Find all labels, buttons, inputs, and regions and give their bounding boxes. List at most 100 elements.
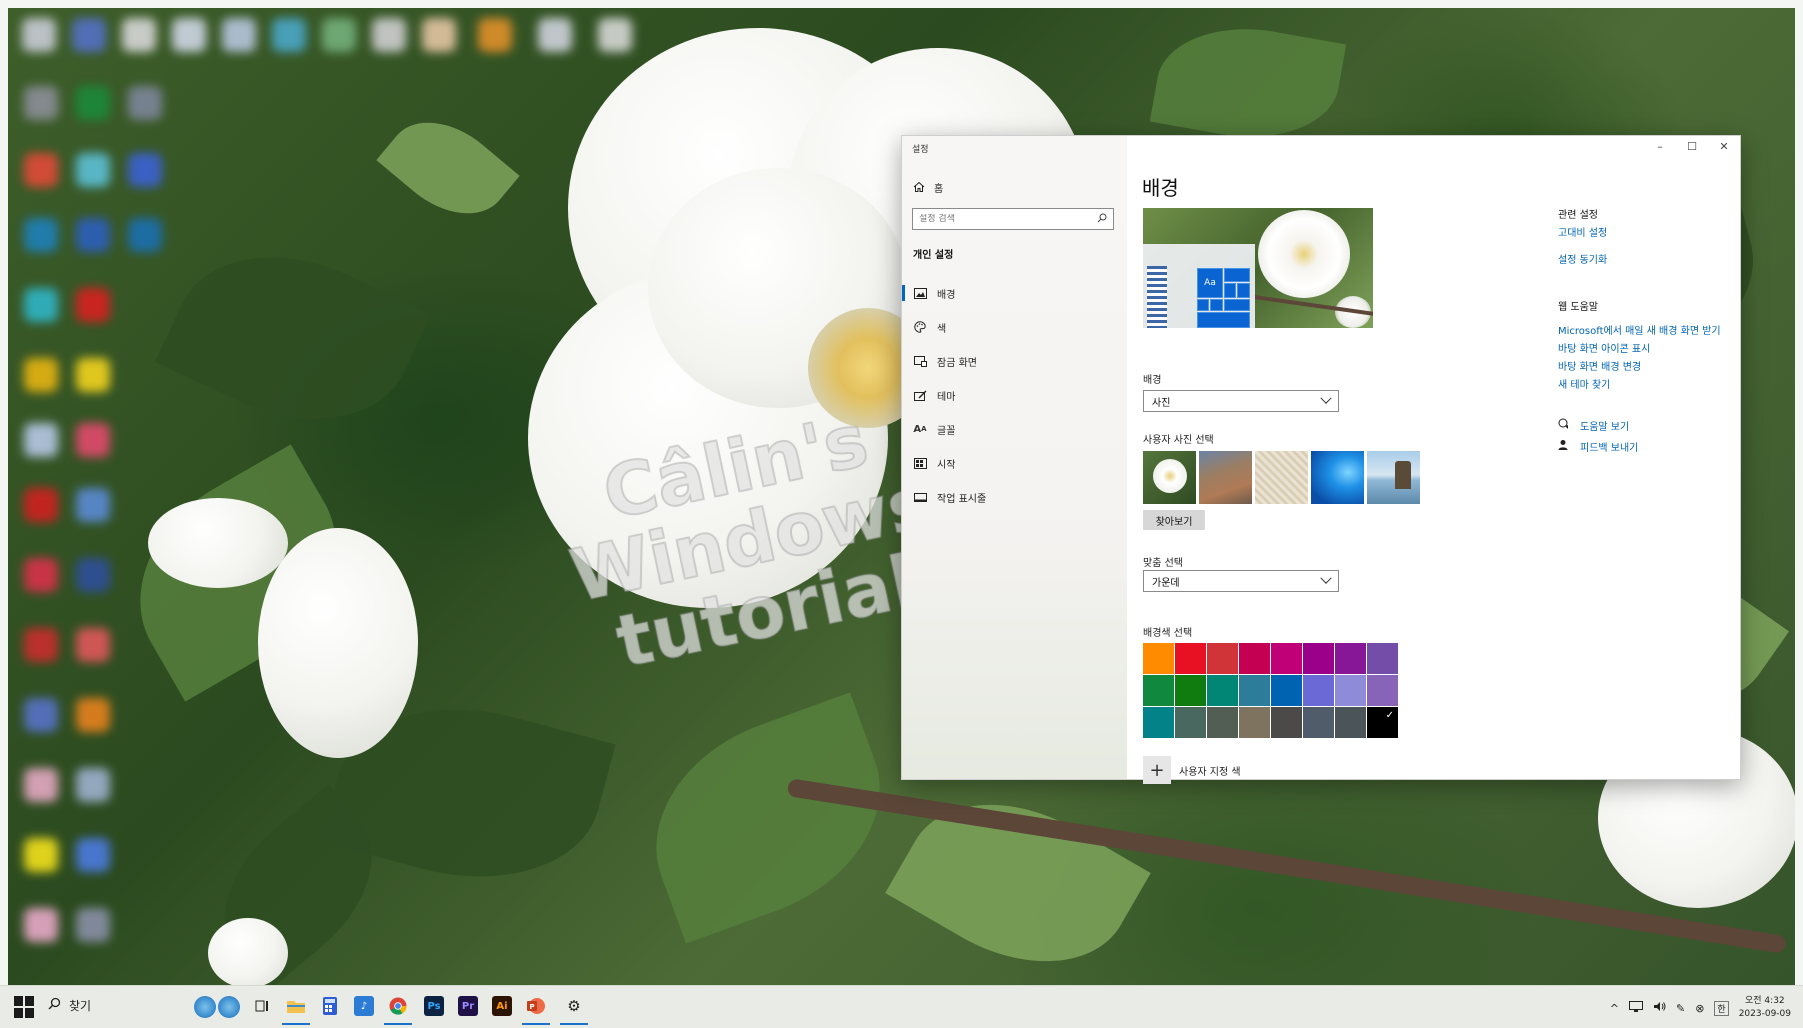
- color-swatch[interactable]: [1239, 707, 1270, 738]
- desktop-icon[interactable]: [76, 358, 110, 392]
- desktop-icon[interactable]: [128, 218, 162, 252]
- file-explorer-icon[interactable]: [282, 996, 310, 1025]
- show-hidden-icons-chevron-icon[interactable]: ^: [1610, 1002, 1619, 1015]
- nav-item-background[interactable]: 배경: [902, 276, 1127, 310]
- nav-item-theme[interactable]: 테마: [902, 378, 1127, 412]
- photoshop-icon[interactable]: Ps: [424, 996, 444, 1016]
- desktop-icon[interactable]: [372, 18, 406, 52]
- color-swatch[interactable]: [1175, 643, 1206, 674]
- settings-search-input[interactable]: [919, 214, 1097, 224]
- photo-thumb-beach[interactable]: [1367, 451, 1420, 504]
- desktop-icon[interactable]: [76, 908, 110, 942]
- color-swatch[interactable]: [1335, 675, 1366, 706]
- desktop-icon[interactable]: [76, 698, 110, 732]
- color-swatch[interactable]: [1207, 707, 1238, 738]
- desktop-icon[interactable]: [172, 18, 206, 52]
- desktop-icon[interactable]: [76, 488, 110, 522]
- volume-icon[interactable]: [1653, 1001, 1666, 1015]
- desktop-icon[interactable]: [24, 698, 58, 732]
- notification-mute-icon[interactable]: ⊗: [1695, 1002, 1704, 1015]
- color-swatch[interactable]: [1271, 675, 1302, 706]
- desktop-icon[interactable]: [538, 18, 572, 52]
- color-swatch[interactable]: [1207, 643, 1238, 674]
- color-swatch[interactable]: [1143, 643, 1174, 674]
- desktop-icon[interactable]: [24, 838, 58, 872]
- photo-thumb-aerial-city[interactable]: [1199, 451, 1252, 504]
- color-swatch[interactable]: [1207, 675, 1238, 706]
- taskbar-search[interactable]: 찾기: [48, 997, 91, 1014]
- color-swatch[interactable]: [1303, 707, 1334, 738]
- premiere-icon[interactable]: Pr: [458, 996, 478, 1016]
- desktop-icon[interactable]: [76, 768, 110, 802]
- desktop-icon[interactable]: [24, 358, 58, 392]
- color-swatch[interactable]: [1239, 643, 1270, 674]
- desktop-icon[interactable]: [76, 838, 110, 872]
- desktop-icon[interactable]: [76, 288, 110, 322]
- ime-indicator[interactable]: 한: [1714, 1000, 1729, 1016]
- color-swatch[interactable]: [1175, 707, 1206, 738]
- color-swatch[interactable]: ✓: [1367, 707, 1398, 738]
- photo-thumb-white-rose[interactable]: [1143, 451, 1196, 504]
- nav-home[interactable]: 홈: [912, 178, 943, 196]
- color-swatch[interactable]: [1271, 707, 1302, 738]
- nav-item-color[interactable]: 색: [902, 310, 1127, 344]
- desktop-icons-link[interactable]: 바탕 화면 아이콘 표시: [1558, 340, 1650, 355]
- desktop-icon[interactable]: [598, 18, 632, 52]
- photo-thumb-pattern[interactable]: [1255, 451, 1308, 504]
- desktop-icon[interactable]: [76, 423, 110, 457]
- desktop-icon[interactable]: [76, 86, 110, 120]
- color-swatch[interactable]: [1303, 675, 1334, 706]
- powerpoint-icon[interactable]: P: [522, 996, 550, 1025]
- sticky-app-icon[interactable]: ♪: [354, 996, 374, 1016]
- browse-button[interactable]: 찾아보기: [1143, 510, 1205, 530]
- calculator-icon[interactable]: [320, 996, 340, 1016]
- new-theme-link[interactable]: 새 테마 찾기: [1558, 376, 1610, 391]
- give-feedback-link[interactable]: 피드백 보내기: [1558, 439, 1638, 454]
- task-view-icon[interactable]: [252, 996, 272, 1016]
- color-swatch[interactable]: [1335, 643, 1366, 674]
- nav-item-lock-screen[interactable]: 잠금 화면: [902, 344, 1127, 378]
- desktop-icon[interactable]: [24, 628, 58, 662]
- desktop-icon[interactable]: [478, 18, 512, 52]
- network-icon[interactable]: [1628, 1001, 1643, 1015]
- high-contrast-link[interactable]: 고대비 설정: [1558, 224, 1607, 239]
- settings-gear-icon[interactable]: ⚙: [560, 996, 588, 1025]
- desktop-icon[interactable]: [24, 218, 58, 252]
- desktop-icon[interactable]: [76, 218, 110, 252]
- chrome-icon[interactable]: [384, 996, 412, 1025]
- fit-dropdown[interactable]: 가운데: [1143, 570, 1339, 592]
- color-swatch[interactable]: [1239, 675, 1270, 706]
- sync-settings-link[interactable]: 설정 동기화: [1558, 251, 1607, 266]
- desktop-icon[interactable]: [422, 18, 456, 52]
- color-swatch[interactable]: [1335, 707, 1366, 738]
- photo-thumb-windows-blue[interactable]: [1311, 451, 1364, 504]
- desktop-icon[interactable]: [24, 908, 58, 942]
- change-background-link[interactable]: 바탕 화면 배경 변경: [1558, 358, 1641, 373]
- daily-wallpaper-link[interactable]: Microsoft에서 매일 새 배경 화면 받기: [1558, 322, 1721, 337]
- desktop-icon[interactable]: [128, 86, 162, 120]
- desktop-icon[interactable]: [24, 558, 58, 592]
- desktop-icon[interactable]: [76, 153, 110, 187]
- background-type-dropdown[interactable]: 사진: [1143, 390, 1339, 412]
- nav-item-start[interactable]: 시작: [902, 446, 1127, 480]
- color-swatch[interactable]: [1271, 643, 1302, 674]
- clock[interactable]: 오전 4:32 2023-09-09: [1739, 995, 1791, 1021]
- color-swatch[interactable]: [1303, 643, 1334, 674]
- desktop-icon[interactable]: [24, 768, 58, 802]
- custom-color-button[interactable]: + 사용자 지정 색: [1143, 756, 1241, 784]
- desktop-icon[interactable]: [128, 153, 162, 187]
- search-highlight-icon[interactable]: [194, 992, 242, 1022]
- desktop-icon[interactable]: [76, 558, 110, 592]
- pen-icon[interactable]: ✎: [1676, 1002, 1685, 1015]
- color-swatch[interactable]: [1143, 707, 1174, 738]
- color-swatch[interactable]: [1367, 675, 1398, 706]
- desktop-icon[interactable]: [24, 423, 58, 457]
- desktop-icon[interactable]: [322, 18, 356, 52]
- desktop-icon[interactable]: [76, 628, 110, 662]
- color-swatch[interactable]: [1367, 643, 1398, 674]
- nav-item-taskbar[interactable]: 작업 표시줄: [902, 480, 1127, 514]
- desktop-icon[interactable]: [24, 288, 58, 322]
- desktop-icon[interactable]: [272, 18, 306, 52]
- color-swatch[interactable]: [1143, 675, 1174, 706]
- desktop-icon[interactable]: [222, 18, 256, 52]
